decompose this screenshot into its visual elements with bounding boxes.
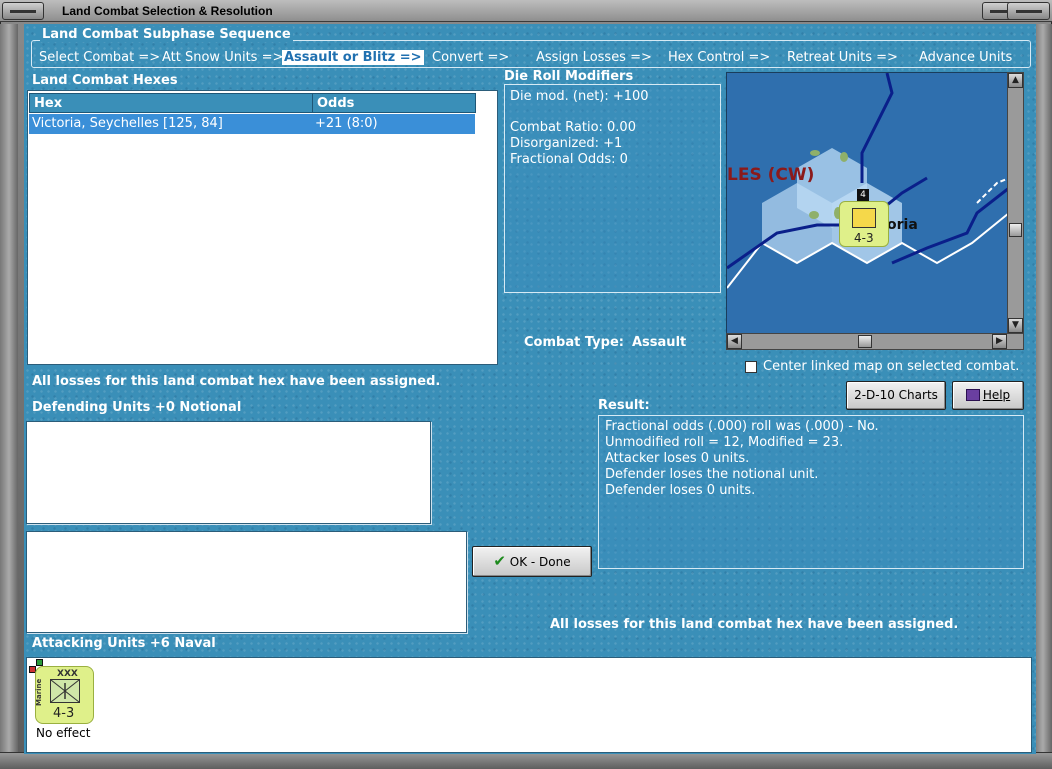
center-map-label[interactable]: Center linked map on selected combat. bbox=[763, 359, 1019, 374]
help-book-icon bbox=[965, 389, 980, 401]
title-bar[interactable]: Land Combat Selection & Resolution bbox=[0, 0, 1052, 22]
unit-strength: 4-3 bbox=[53, 706, 75, 721]
die-roll-modifiers-title: Die Roll Modifiers bbox=[504, 69, 634, 84]
result-line: Defender loses the notional unit. bbox=[605, 467, 819, 482]
land-combat-hexes-title: Land Combat Hexes bbox=[32, 73, 178, 88]
map-island bbox=[840, 152, 848, 162]
attacking-units-title: Attacking Units +6 Naval bbox=[32, 636, 216, 651]
map-city-label: oria bbox=[887, 217, 918, 233]
column-header-hex[interactable]: Hex bbox=[29, 93, 313, 113]
map-horizontal-scrollbar[interactable]: ◀ ▶ bbox=[726, 333, 1024, 350]
result-title: Result: bbox=[598, 398, 650, 413]
seq-step-retreat-units[interactable]: Retreat Units => bbox=[787, 50, 898, 65]
die-roll-modifiers-box bbox=[504, 84, 721, 293]
seq-step-select-combat[interactable]: Select Combat => bbox=[39, 50, 160, 65]
die-mod-net: Die mod. (net): +100 bbox=[510, 89, 649, 104]
unit-type: Marine bbox=[35, 678, 43, 706]
seq-step-assign-losses[interactable]: Assign Losses => bbox=[536, 50, 652, 65]
linked-map[interactable]: LES (CW) oria 4 4-3 bbox=[726, 72, 1008, 334]
attacking-units-list[interactable] bbox=[26, 657, 1032, 753]
help-button-label: Help bbox=[982, 388, 1011, 402]
map-region-label: LES (CW) bbox=[727, 165, 815, 185]
map-border bbox=[860, 73, 894, 183]
scroll-thumb[interactable] bbox=[858, 335, 872, 348]
result-line: Attacker loses 0 units. bbox=[605, 451, 750, 466]
window-title: Land Combat Selection & Resolution bbox=[62, 4, 273, 18]
left-rail bbox=[0, 24, 18, 754]
combat-ratio: Combat Ratio: 0.00 bbox=[510, 120, 636, 135]
seq-step-hex-control[interactable]: Hex Control => bbox=[668, 50, 770, 65]
hex-list[interactable]: Hex Odds Victoria, Seychelles [125, 84] … bbox=[27, 90, 498, 365]
seq-step-advance-units[interactable]: Advance Units bbox=[919, 50, 1012, 65]
defending-units-list[interactable] bbox=[26, 421, 431, 524]
column-header-odds[interactable]: Odds bbox=[312, 93, 476, 113]
unit-size: XXX bbox=[57, 669, 78, 679]
map-stack-count: 4 bbox=[857, 189, 869, 201]
result-line: Fractional odds (.000) roll was (.000) -… bbox=[605, 419, 879, 434]
loss-selection-list[interactable] bbox=[26, 531, 467, 633]
ok-done-label: OK - Done bbox=[509, 555, 571, 569]
combat-type-value: Assault bbox=[632, 335, 687, 350]
map-island bbox=[810, 150, 820, 156]
unit-status: No effect bbox=[36, 726, 91, 740]
scroll-up-arrow[interactable]: ▲ bbox=[1008, 73, 1023, 88]
scroll-down-arrow[interactable]: ▼ bbox=[1008, 318, 1023, 333]
unit-status-marker bbox=[36, 659, 43, 666]
seq-step-convert[interactable]: Convert => bbox=[432, 50, 509, 65]
combat-type-label: Combat Type: bbox=[524, 335, 624, 350]
marine-symbol bbox=[50, 679, 80, 703]
table-row[interactable]: Victoria, Seychelles [125, 84] +21 (8:0) bbox=[29, 114, 475, 134]
seq-step-assault-or-blitz[interactable]: Assault or Blitz => bbox=[282, 50, 424, 65]
help-button[interactable]: Help bbox=[952, 381, 1024, 410]
seq-step-att-snow-units[interactable]: Att Snow Units => bbox=[162, 50, 283, 65]
map-vertical-scrollbar[interactable]: ▲ ▼ bbox=[1007, 72, 1024, 334]
losses-assigned-status-right: All losses for this land combat hex have… bbox=[550, 617, 959, 632]
defending-units-title: Defending Units +0 Notional bbox=[32, 400, 242, 415]
hex-cell: Victoria, Seychelles [125, 84] bbox=[32, 116, 223, 131]
result-line: Defender loses 0 units. bbox=[605, 483, 756, 498]
bottom-rail bbox=[0, 752, 1052, 769]
checkmark-icon: ✔ bbox=[493, 552, 506, 570]
scroll-left-arrow[interactable]: ◀ bbox=[727, 334, 742, 349]
losses-assigned-status-left: All losses for this land combat hex have… bbox=[32, 374, 441, 389]
subphase-sequence-title: Land Combat Subphase Sequence bbox=[40, 27, 293, 42]
odds-cell: +21 (8:0) bbox=[315, 116, 378, 131]
map-island bbox=[809, 211, 819, 219]
marine-icon bbox=[50, 679, 80, 703]
scroll-thumb[interactable] bbox=[1009, 223, 1022, 237]
map-unit-counter[interactable]: 4-3 bbox=[839, 201, 889, 247]
marine-icon bbox=[852, 208, 876, 228]
map-unit-strength: 4-3 bbox=[854, 231, 874, 245]
right-rail bbox=[1034, 24, 1052, 754]
window-menu-button[interactable] bbox=[2, 2, 44, 20]
ok-done-button[interactable]: ✔ OK - Done bbox=[472, 546, 592, 577]
center-map-checkbox[interactable] bbox=[745, 361, 757, 373]
fractional-odds: Fractional Odds: 0 bbox=[510, 152, 628, 167]
result-line: Unmodified roll = 12, Modified = 23. bbox=[605, 435, 844, 450]
disorganized: Disorganized: +1 bbox=[510, 136, 623, 151]
scroll-right-arrow[interactable]: ▶ bbox=[992, 334, 1007, 349]
charts-button[interactable]: 2-D-10 Charts bbox=[846, 381, 946, 410]
close-button[interactable] bbox=[1007, 2, 1050, 20]
